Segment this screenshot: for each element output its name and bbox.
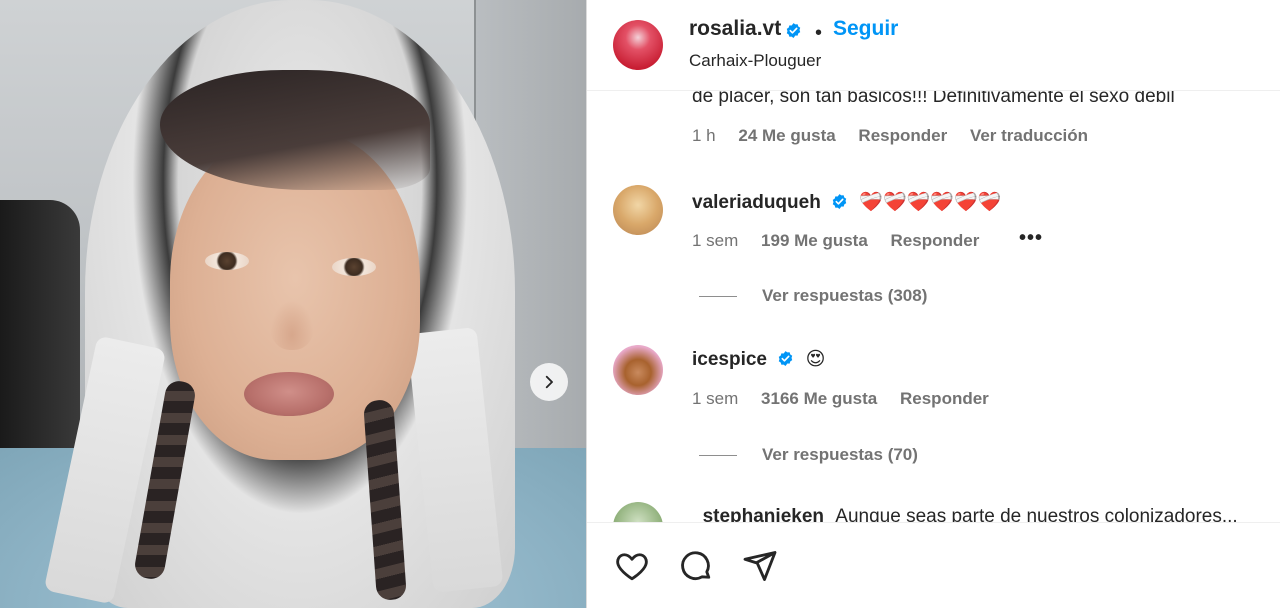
comment-button[interactable]: [675, 545, 717, 587]
header-separator: •: [815, 22, 823, 44]
translate-button[interactable]: Ver traducción: [970, 126, 1088, 145]
comment-item: icespice 😍: [692, 348, 825, 371]
comment-time: 1 sem: [692, 389, 739, 408]
commenter-avatar[interactable]: [613, 345, 663, 395]
comment-text: Aunque seas parte de nuestros colonizado…: [835, 506, 1238, 522]
comment-item: valeriaduqueh ❤️‍🩹❤️‍🩹❤️‍🩹❤️‍🩹❤️‍🩹❤️‍🩹: [692, 190, 1001, 214]
commenter-avatar[interactable]: [613, 502, 663, 522]
reply-button[interactable]: Responder: [891, 231, 980, 250]
heart-icon: [616, 553, 648, 581]
replies-divider: [699, 296, 737, 297]
more-options-icon[interactable]: •••: [1019, 227, 1043, 250]
verified-icon: [779, 351, 793, 366]
comment-meta: 1 sem 3166 Me gusta Responder: [692, 389, 1007, 409]
post-side-panel: rosalia.vt • Seguir Carhaix-Plouguer de …: [587, 0, 1280, 608]
post-photo: [0, 0, 586, 608]
comment-meta: 1 sem 199 Me gusta Responder: [692, 231, 997, 251]
author-avatar[interactable]: [613, 20, 663, 70]
comment-time: 1 h: [692, 126, 716, 145]
replies-divider: [699, 455, 737, 456]
comment-text-truncated: de placer, son tan basicos!!! Definitiva…: [692, 90, 1175, 107]
comment-text: ❤️‍🩹❤️‍🩹❤️‍🩹❤️‍🩹❤️‍🩹❤️‍🩹: [859, 192, 1002, 213]
follow-button[interactable]: Seguir: [833, 17, 898, 41]
commenter-username[interactable]: icespice: [692, 349, 767, 370]
share-button[interactable]: [739, 545, 781, 587]
commenter-avatar[interactable]: [613, 185, 663, 235]
verified-icon: [786, 23, 801, 38]
comment-meta: 1 h 24 Me gusta Responder Ver traducción: [692, 126, 1106, 146]
comment-text: 😍: [805, 349, 826, 370]
reply-button[interactable]: Responder: [900, 389, 989, 408]
post-location[interactable]: Carhaix-Plouguer: [689, 51, 821, 71]
view-replies-button[interactable]: Ver respuestas (308): [762, 286, 927, 306]
chevron-right-icon: [545, 375, 553, 389]
commenter-username[interactable]: valeriaduqueh: [692, 192, 821, 213]
next-photo-button[interactable]: [530, 363, 568, 401]
view-replies-button[interactable]: Ver respuestas (70): [762, 445, 918, 465]
author-username[interactable]: rosalia.vt: [689, 17, 781, 41]
like-button[interactable]: [611, 545, 653, 587]
comments-list[interactable]: de placer, son tan basicos!!! Definitiva…: [587, 90, 1280, 522]
comment-time: 1 sem: [692, 231, 739, 250]
comment-likes[interactable]: 3166 Me gusta: [761, 389, 877, 408]
post-actions-bar: [587, 523, 1280, 608]
share-icon: [743, 551, 777, 581]
post-header: rosalia.vt • Seguir Carhaix-Plouguer: [587, 0, 1280, 91]
comment-likes[interactable]: 24 Me gusta: [738, 126, 835, 145]
verified-icon: [832, 194, 847, 209]
comment-likes[interactable]: 199 Me gusta: [761, 231, 868, 250]
commenter-username[interactable]: _stephanieken: [692, 506, 824, 522]
reply-button[interactable]: Responder: [858, 126, 947, 145]
comment-item: _stephanieken Aunque seas parte de nuest…: [692, 506, 1238, 522]
comment-icon: [681, 551, 711, 580]
